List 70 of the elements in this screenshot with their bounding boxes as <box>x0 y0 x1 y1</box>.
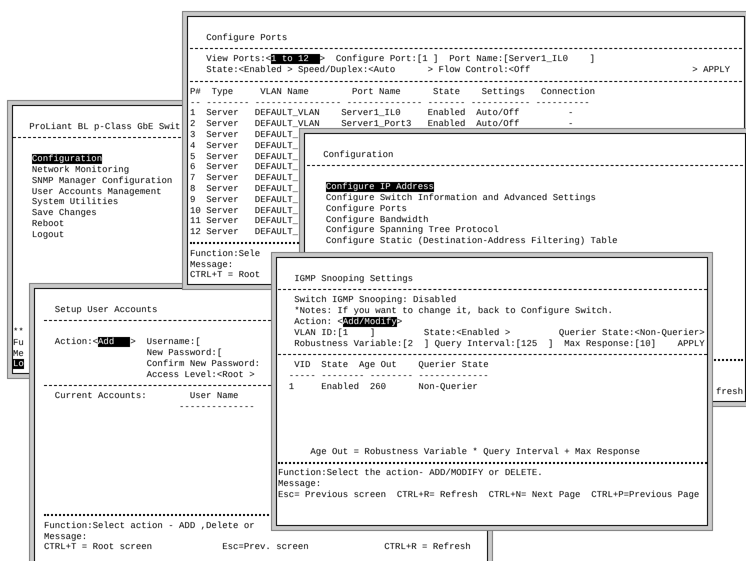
menu-item[interactable]: SNMP Manager Configuration <box>32 176 172 186</box>
terminal-text: ** <box>13 326 24 337</box>
terminal-text: IGMP Snooping Settings <box>293 274 414 284</box>
terminal-text: 1 Enabled 260 Non-Querier <box>288 382 478 392</box>
terminal-text: Function:Select action - ADD ,Delete or <box>44 520 255 531</box>
terminal-text: 9 Server DEFAULT_ <box>190 194 298 205</box>
terminal-text: CTRL+T = Root screen Esc=Prev. screen CTRL+R = Refresh <box>44 542 471 552</box>
terminal-text: 10 Server DEFAULT_ <box>190 206 298 216</box>
terminal-text: Action: < <box>293 316 343 327</box>
terminal-text: P# Type VLAN Name Port Name State Settings Connection <box>190 86 596 97</box>
terminal-text: 8 Server DEFAULT_ <box>190 184 298 194</box>
menu-item[interactable]: System Utilities <box>32 197 118 208</box>
terminal-text: Me <box>13 348 24 359</box>
terminal-text: *Notes: If you want to change it, back to Configure Switch. <box>293 306 613 316</box>
highlighted-option[interactable]: 1 to 12 <box>271 54 320 64</box>
terminal-text: 3 Server DEFAULT_ <box>190 130 298 140</box>
highlighted-option[interactable]: Add/Modify <box>342 316 397 327</box>
terminal-text: VID State Age Out Querier State <box>293 360 489 370</box>
terminal-text: > Configure Port:[1 ] Port Name:[Server1_IL0 ] <box>320 54 596 64</box>
terminal-text: > Username:[ <box>130 337 201 348</box>
terminal-text: 5 Server DEFAULT_ <box>190 152 298 162</box>
terminal-text: VLAN ID:[1 ] State:<Enabled > Querier State:<Non-Querier> <box>293 328 705 338</box>
terminal-text: 4 Server DEFAULT_ <box>190 140 298 151</box>
menu-item[interactable]: Configure IP Address <box>326 182 434 192</box>
terminal-text: View Ports:< <box>205 54 272 64</box>
terminal-text: Access Level:<Root > <box>146 370 255 380</box>
highlighted-option[interactable]: Lo <box>13 359 24 370</box>
terminal-text: fresh <box>716 387 743 398</box>
terminal-text: Configuration <box>322 150 394 160</box>
menu-item[interactable]: Configure Bandwidth <box>326 214 429 225</box>
terminal-text: CTRL+T = Root <box>190 270 260 280</box>
menu-item[interactable]: Reboot <box>32 218 64 229</box>
terminal-text: 12 Server DEFAULT_ <box>190 227 298 238</box>
terminal-text: New Password:[ <box>146 348 222 358</box>
terminal-text: Confirm New Password: <box>146 358 260 369</box>
terminal-text: State:<Enabled > Speed/Duplex:<Auto > Flow Control:<Off > APPLY <box>205 65 730 76</box>
terminal-text: Function:Select the action- ADD/MODIFY or DELETE. <box>278 468 543 478</box>
menu-item[interactable]: Configure Spanning Tree Protocol <box>326 225 499 236</box>
terminal-text: 7 Server DEFAULT_ <box>190 173 298 184</box>
terminal-text: > <box>396 316 402 327</box>
terminal-text: ProLiant BL p-Class GbE Swit <box>28 122 180 132</box>
terminal-text: Action:< <box>54 337 98 348</box>
menu-item[interactable]: Configure Ports <box>326 204 407 214</box>
menu-item[interactable]: Configure Static (Destination-Address Filtering) Table <box>326 236 618 246</box>
terminal-text: Fu <box>13 338 24 348</box>
terminal-text: Configure Ports <box>205 32 288 43</box>
terminal-text: 2 Server DEFAULT_VLAN Server1_Port3 Enabled Auto/Off - <box>190 119 574 130</box>
terminal-text: Switch IGMP Snooping: Disabled <box>293 295 456 306</box>
menu-item[interactable]: Logout <box>32 230 64 240</box>
terminal-text: 11 Server DEFAULT_ <box>190 216 298 226</box>
terminal-text: 6 Server DEFAULT_ <box>190 162 298 172</box>
menu-item[interactable]: User Accounts Management <box>32 186 162 197</box>
menu-item[interactable]: Save Changes <box>32 208 97 218</box>
terminal-text: Robustness Variable:[2 ] Query Interval:[125 ] Max Response:[10] APPLY <box>293 338 705 349</box>
terminal-text: Message: <box>278 478 322 489</box>
menu-item[interactable]: Configuration <box>32 154 102 164</box>
terminal-text: ----- -------- -------- ------------- <box>288 370 489 381</box>
terminal-text: Setup User Accounts <box>54 304 158 315</box>
terminal-text: -------------- <box>178 402 255 412</box>
menu-item[interactable]: Configure Switch Information and Advanced Settings <box>326 192 596 203</box>
terminal-text: Current Accounts: User Name <box>54 391 238 402</box>
highlighted-option[interactable]: Add <box>98 337 130 348</box>
terminal-text: Message: <box>44 532 88 542</box>
terminal-text: -- -------- ---------------- -------------- ------- ----------- ---------- <box>190 98 590 108</box>
menu-item[interactable]: Network Monitoring <box>32 164 130 175</box>
terminal-text: Age Out = Robustness Variable * Query Interval + Max Response <box>309 446 640 457</box>
terminal-text: 1 Server DEFAULT_VLAN Server1_IL0 Enabled Auto/Off - <box>190 108 574 118</box>
terminal-text: Esc= Previous screen CTRL+R= Refresh CTRL+N= Next Page CTRL+P=Previous Page <box>278 490 700 500</box>
terminal-text: Function:Sele <box>190 248 260 259</box>
terminal-text: Message: <box>190 260 234 270</box>
